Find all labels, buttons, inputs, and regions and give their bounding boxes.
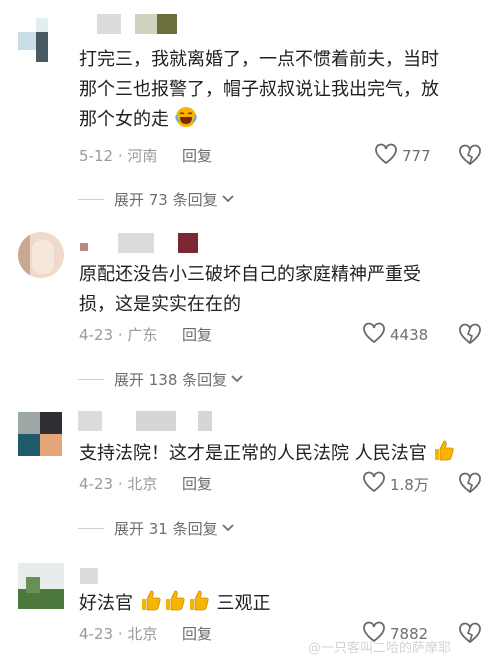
- dislike-button[interactable]: [458, 622, 482, 648]
- thumbs-up-emoji: [187, 588, 211, 622]
- divider: [78, 378, 104, 380]
- broken-heart-icon: [458, 472, 482, 498]
- comment-text: 打完三，我就离婚了，一点不惯着前夫，当时 那个三也报警了，帽子叔叔说让我出完气，…: [79, 45, 479, 138]
- thumbs-up-emoji: [139, 588, 163, 622]
- comment-line: 那个女的走: [79, 109, 169, 130]
- expand-label: 展开 73 条回复: [114, 190, 218, 209]
- divider: [78, 198, 104, 200]
- comment-location: 河南: [127, 147, 158, 165]
- comment-meta: 5-12 · 河南 回复: [79, 145, 212, 167]
- comment-meta: 4-23 · 北京 回复: [79, 623, 212, 645]
- comment-meta: 4-23 · 广东 回复: [79, 324, 212, 346]
- like-button[interactable]: 4438: [362, 322, 429, 348]
- thumbs-up-emoji: [163, 588, 187, 622]
- reply-button[interactable]: 回复: [182, 324, 212, 346]
- avatar[interactable]: [18, 563, 64, 609]
- meta-separator: ·: [117, 625, 123, 643]
- dislike-button[interactable]: [458, 144, 482, 170]
- like-count: 777: [402, 147, 431, 165]
- username-mosaic[interactable]: [80, 233, 200, 255]
- comment-date: 4-23: [79, 326, 114, 344]
- heart-outline-icon: [374, 143, 402, 169]
- comment-line: 损，这是实实在在的: [79, 294, 241, 315]
- meta-separator: ·: [117, 326, 123, 344]
- username-mosaic[interactable]: [97, 14, 187, 36]
- comment-location: 北京: [127, 475, 158, 493]
- comment-location: 广东: [127, 326, 158, 344]
- avatar[interactable]: [18, 18, 64, 64]
- avatar[interactable]: [18, 412, 64, 458]
- comment-text: 原配还没告小三破坏自己的家庭精神严重受 损，这是实实在在的: [79, 260, 479, 320]
- username-mosaic[interactable]: [78, 411, 218, 433]
- comment-meta: 4-23 · 北京 回复: [79, 473, 212, 495]
- broken-heart-icon: [458, 323, 482, 349]
- comment-line: 那个三也报警了，帽子叔叔说让我出完气，放: [79, 79, 439, 100]
- comment-location: 北京: [127, 625, 158, 643]
- like-button[interactable]: 777: [374, 143, 431, 169]
- chevron-down-icon: [218, 190, 235, 208]
- comment-line: 打完三，我就离婚了，一点不惯着前夫，当时: [79, 49, 439, 70]
- chevron-down-icon: [227, 370, 244, 388]
- heart-outline-icon: [362, 471, 390, 497]
- broken-heart-icon: [458, 144, 482, 170]
- laughing-face-emoji: [175, 106, 197, 138]
- heart-outline-icon: [362, 322, 390, 348]
- dislike-button[interactable]: [458, 323, 482, 349]
- meta-separator: ·: [117, 475, 123, 493]
- like-count: 4438: [390, 326, 429, 344]
- avatar[interactable]: [18, 232, 64, 278]
- comment-date: 4-23: [79, 475, 114, 493]
- chevron-down-icon: [218, 519, 235, 537]
- expand-replies-button[interactable]: 展开 31 条回复: [78, 517, 235, 539]
- username-mosaic[interactable]: [80, 568, 110, 590]
- reply-button[interactable]: 回复: [182, 623, 212, 645]
- expand-label: 展开 138 条回复: [114, 370, 228, 389]
- divider: [78, 527, 104, 529]
- broken-heart-icon: [458, 622, 482, 648]
- comment-date: 5-12: [79, 147, 114, 165]
- dislike-button[interactable]: [458, 472, 482, 498]
- like-count: 1.8万: [390, 475, 429, 494]
- reply-button[interactable]: 回复: [182, 473, 212, 495]
- meta-separator: ·: [117, 147, 123, 165]
- comment-date: 4-23: [79, 625, 114, 643]
- expand-replies-button[interactable]: 展开 138 条回复: [78, 368, 244, 390]
- comment-line: 支持法院！这才是正常的人民法院 人民法官: [79, 443, 427, 464]
- expand-replies-button[interactable]: 展开 73 条回复: [78, 188, 235, 210]
- comment-line: 原配还没告小三破坏自己的家庭精神严重受: [79, 264, 421, 285]
- comment-text: 支持法院！这才是正常的人民法院 人民法官: [79, 438, 479, 472]
- like-button[interactable]: 1.8万: [362, 471, 429, 497]
- expand-label: 展开 31 条回复: [114, 519, 218, 538]
- comment-line: 三观正: [216, 593, 271, 614]
- comment-text: 好法官 三观正: [79, 588, 479, 622]
- reply-button[interactable]: 回复: [182, 145, 212, 167]
- thumbs-up-emoji: [432, 438, 456, 472]
- watermark: @一只客叫二哈的萨摩耶: [308, 641, 452, 656]
- comment-line: 好法官: [79, 593, 133, 614]
